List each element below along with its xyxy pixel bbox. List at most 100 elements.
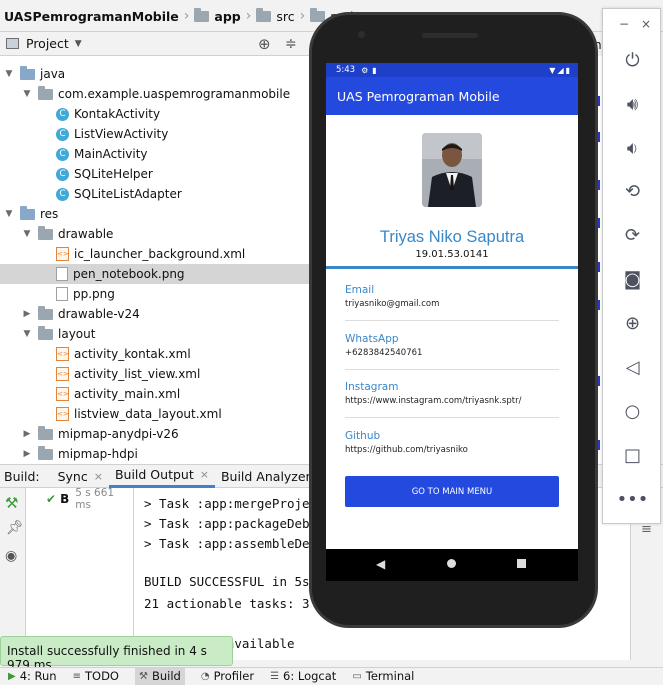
tree-item[interactable]: C MainActivity bbox=[0, 144, 312, 164]
contact-value-github[interactable]: https://github.com/triyasniko bbox=[345, 445, 468, 455]
tree-item[interactable]: ▼ drawable bbox=[0, 224, 312, 244]
divider bbox=[345, 417, 559, 418]
breadcrumb-project[interactable]: UASPemrogramanMobile bbox=[4, 9, 179, 24]
recents-icon[interactable] bbox=[517, 559, 526, 568]
class-icon: C bbox=[56, 127, 69, 141]
tab-logcat-label: 6: Logcat bbox=[283, 669, 337, 683]
tree-item-label: java bbox=[40, 67, 66, 81]
tab-logcat[interactable]: ☰ 6: Logcat bbox=[270, 668, 336, 685]
breadcrumb-src[interactable]: src bbox=[276, 9, 294, 24]
tree-item[interactable]: <> activity_kontak.xml bbox=[0, 344, 312, 364]
breadcrumb-app[interactable]: app bbox=[214, 9, 240, 24]
tree-item[interactable]: pp.png bbox=[0, 284, 312, 304]
tree-item[interactable]: ▼ layout bbox=[0, 324, 312, 344]
tab-build-output[interactable]: Build Output × bbox=[108, 465, 215, 488]
contact-value-instagram[interactable]: https://www.instagram.com/triyasnk.sptr/ bbox=[345, 396, 521, 406]
folder-icon bbox=[20, 205, 35, 220]
tree-item[interactable]: ▶ drawable-v24 bbox=[0, 304, 312, 324]
pin-icon[interactable]: 📌︎ bbox=[6, 520, 24, 536]
tab-build-analyzer-label: Build Analyzer bbox=[220, 468, 311, 484]
tree-item[interactable]: ▼ java bbox=[0, 64, 312, 84]
rotate-right-icon[interactable]: ⟳ bbox=[603, 220, 662, 250]
build-left-toolbar: ⚒ 📌︎ ◉ bbox=[0, 488, 26, 660]
gauge-icon: ◔ bbox=[200, 670, 210, 682]
tree-item-label: com.example.uaspemrogramanmobile bbox=[58, 87, 291, 101]
tree-item[interactable]: ▼ res bbox=[0, 204, 312, 224]
expand-right-icon[interactable]: ▶ bbox=[22, 429, 32, 439]
console-line: > Task :app:mergeProject bbox=[144, 496, 325, 511]
back-icon[interactable]: ◀ bbox=[376, 557, 385, 571]
minimize-icon[interactable]: − bbox=[619, 17, 629, 31]
tree-item[interactable]: ▶ mipmap-anydpi-v26 bbox=[0, 424, 312, 444]
tree-item[interactable]: <> listview_data_layout.xml bbox=[0, 404, 312, 424]
tab-terminal[interactable]: ▭ Terminal bbox=[352, 668, 414, 685]
contact-value-whatsapp[interactable]: +6283842540761 bbox=[345, 348, 422, 358]
tree-item[interactable]: ▶ mipmap-hdpi bbox=[0, 444, 312, 464]
tab-todo[interactable]: ≡ TODO bbox=[73, 668, 119, 685]
xml-file-icon: <> bbox=[56, 347, 69, 361]
folder-icon bbox=[38, 445, 53, 460]
gear-icon: ⚙ bbox=[361, 65, 369, 75]
tree-item[interactable]: C SQLiteHelper bbox=[0, 164, 312, 184]
home-icon[interactable]: ○ bbox=[603, 396, 662, 426]
speaker-grille bbox=[422, 33, 478, 38]
overview-icon[interactable]: □ bbox=[603, 440, 662, 470]
home-icon[interactable] bbox=[447, 559, 456, 568]
tab-build[interactable]: ⚒ Build bbox=[134, 667, 185, 685]
volume-up-icon[interactable]: 🔊︎ bbox=[603, 89, 662, 119]
collapse-all-icon[interactable]: ≑ bbox=[285, 36, 297, 52]
hammer-icon[interactable]: ⚒ bbox=[5, 494, 18, 512]
build-label: Build: bbox=[4, 468, 40, 484]
eye-icon[interactable]: ◉ bbox=[5, 548, 17, 564]
wrap-icon[interactable]: ≡ bbox=[641, 522, 652, 537]
contact-label-whatsapp: WhatsApp bbox=[345, 333, 399, 345]
folder-icon bbox=[38, 325, 53, 340]
go-to-main-menu-button[interactable]: GO TO MAIN MENU bbox=[345, 476, 559, 507]
expand-down-icon[interactable]: ▼ bbox=[22, 89, 32, 99]
zoom-icon[interactable]: ⊕ bbox=[603, 308, 662, 338]
tab-profiler[interactable]: ◔ Profiler bbox=[201, 668, 254, 685]
screenshot-icon[interactable]: ◙ bbox=[603, 264, 662, 294]
crosshair-icon[interactable]: ⊕ bbox=[258, 35, 271, 53]
tree-item[interactable]: C ListViewActivity bbox=[0, 124, 312, 144]
tree-item[interactable]: ▼ com.example.uaspemrogramanmobile bbox=[0, 84, 312, 104]
build-tree-item[interactable]: ✔ B 5 s 661 ms bbox=[26, 487, 133, 511]
tree-item-label: activity_main.xml bbox=[74, 387, 181, 401]
tree-item[interactable]: <> activity_main.xml bbox=[0, 384, 312, 404]
expand-down-icon[interactable]: ▼ bbox=[22, 329, 32, 339]
console-line: > Task :app:assembleDebu bbox=[144, 536, 325, 551]
expand-right-icon[interactable]: ▶ bbox=[22, 309, 32, 319]
close-icon[interactable]: × bbox=[200, 468, 209, 481]
tree-item-label: activity_list_view.xml bbox=[74, 367, 201, 381]
tree-item-label: activity_kontak.xml bbox=[74, 347, 191, 361]
tree-item[interactable]: pen_notebook.png bbox=[0, 264, 312, 284]
tree-item-main[interactable]: main bbox=[0, 56, 312, 58]
tab-sync[interactable]: Sync × bbox=[52, 465, 109, 488]
tree-item[interactable]: C SQLiteListAdapter bbox=[0, 184, 312, 204]
close-icon[interactable]: × bbox=[641, 17, 651, 31]
project-view-selector[interactable]: Project bbox=[26, 36, 69, 51]
more-icon[interactable]: ••• bbox=[603, 484, 662, 514]
tree-item[interactable]: <> ic_launcher_background.xml bbox=[0, 244, 312, 264]
back-icon[interactable]: ◁ bbox=[603, 352, 662, 382]
folder-icon bbox=[20, 65, 35, 80]
close-icon[interactable]: × bbox=[94, 470, 103, 483]
volume-down-icon[interactable]: 🔉︎ bbox=[603, 133, 662, 163]
tree-item-label: drawable bbox=[58, 227, 114, 241]
expand-down-icon[interactable]: ▼ bbox=[4, 209, 14, 219]
power-icon[interactable]: ⏻ bbox=[603, 45, 662, 75]
tab-build-label: Build bbox=[151, 669, 181, 683]
battery-icon: ▮ bbox=[565, 65, 570, 75]
contact-value-email[interactable]: triyasniko@gmail.com bbox=[345, 299, 439, 309]
expand-right-icon[interactable]: ▶ bbox=[22, 449, 32, 459]
wifi-icon: ▼ bbox=[549, 65, 556, 75]
hammer-icon: ⚒ bbox=[138, 670, 148, 682]
tree-item[interactable]: <> activity_list_view.xml bbox=[0, 364, 312, 384]
expand-down-icon[interactable]: ▼ bbox=[4, 69, 14, 79]
tree-item[interactable]: C KontakActivity bbox=[0, 104, 312, 124]
rotate-left-icon[interactable]: ⟲ bbox=[603, 176, 662, 206]
chevron-down-icon[interactable]: ▼ bbox=[75, 39, 82, 49]
tab-run[interactable]: ▶ 4: Run bbox=[8, 668, 57, 685]
expand-down-icon[interactable]: ▼ bbox=[22, 229, 32, 239]
install-toast: Install successfully finished in 4 s 979… bbox=[0, 636, 233, 672]
